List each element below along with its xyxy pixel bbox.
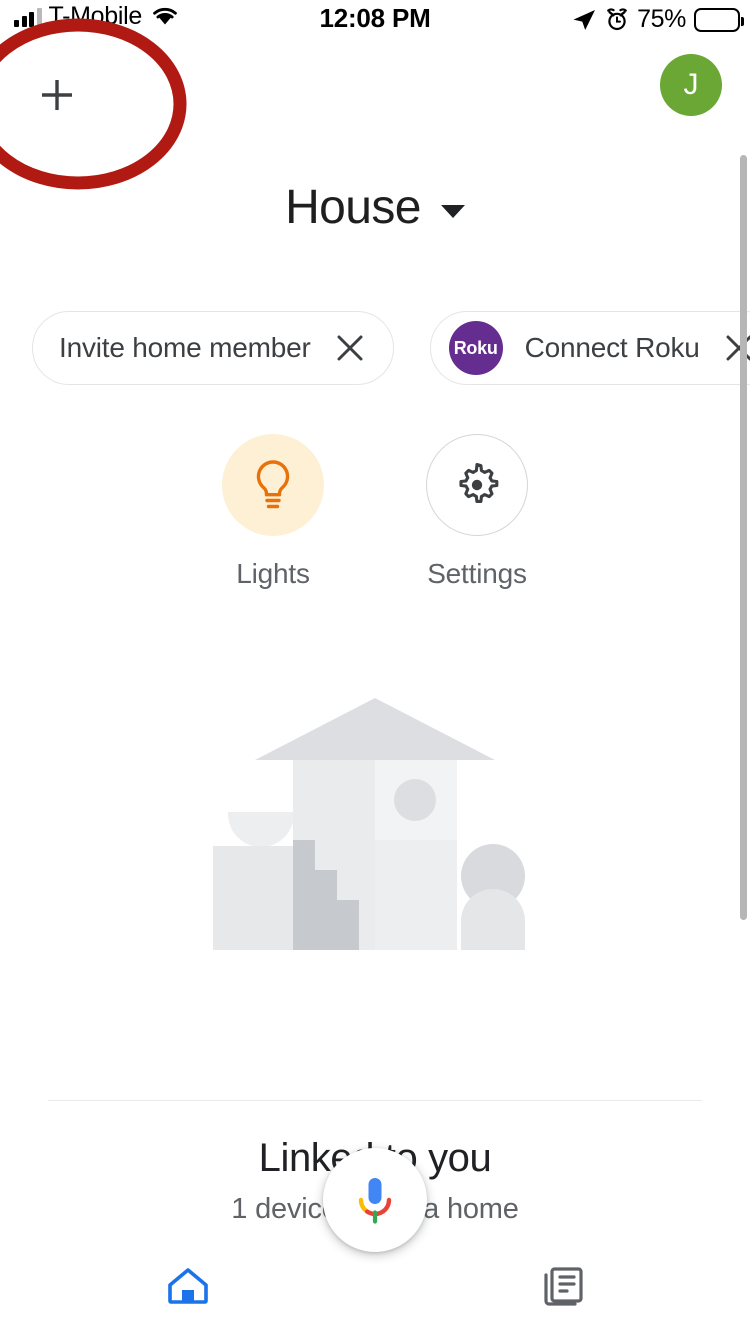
- house-graphic: [210, 688, 540, 950]
- status-bar: T-Mobile 12:08 PM 75%: [0, 0, 750, 40]
- google-assistant-button[interactable]: [323, 1148, 427, 1252]
- alarm-clock-icon: [605, 8, 629, 32]
- quick-action-label: Settings: [389, 558, 565, 590]
- home-selector[interactable]: House: [0, 180, 750, 235]
- account-avatar[interactable]: J: [660, 54, 722, 116]
- app-bar: J: [0, 40, 750, 158]
- battery-icon: [694, 8, 740, 32]
- quick-action-settings[interactable]: Settings: [389, 434, 565, 590]
- google-home-app-screen: T-Mobile 12:08 PM 75%: [0, 0, 750, 1334]
- home-icon: [165, 1263, 211, 1309]
- chip-invite-home-member[interactable]: Invite home member: [32, 311, 394, 385]
- add-button[interactable]: [30, 68, 84, 122]
- feed-icon: [540, 1263, 586, 1309]
- status-bar-right: 75%: [571, 5, 740, 34]
- nav-item-feed[interactable]: [375, 1263, 750, 1309]
- battery-percent-label: 75%: [637, 5, 686, 34]
- suggestion-chips-row[interactable]: Invite home member Roku Connect Roku: [0, 306, 750, 390]
- bottom-navigation-bar: [0, 1238, 750, 1334]
- chevron-down-icon: [441, 205, 465, 218]
- lightbulb-icon: [248, 457, 298, 513]
- avatar-initial: J: [684, 68, 699, 102]
- page-title: House: [285, 180, 421, 235]
- roku-logo-icon: Roku: [449, 321, 503, 375]
- lights-circle: [222, 434, 324, 536]
- settings-circle: [426, 434, 528, 536]
- google-assistant-mic-icon: [353, 1174, 397, 1226]
- roku-logo-text: Roku: [454, 338, 498, 359]
- nav-item-home[interactable]: [0, 1263, 375, 1309]
- gear-icon: [453, 461, 501, 509]
- quick-actions-row: Lights Settings: [0, 434, 750, 590]
- quick-action-lights[interactable]: Lights: [185, 434, 361, 590]
- chip-connect-roku[interactable]: Roku Connect Roku: [430, 311, 750, 385]
- quick-action-label: Lights: [185, 558, 361, 590]
- close-icon[interactable]: [333, 331, 367, 365]
- empty-home-illustration: [0, 688, 750, 950]
- plus-icon: [37, 75, 77, 115]
- main-content: House Invite home member Roku Connect Ro…: [0, 158, 750, 1258]
- chip-label: Invite home member: [59, 332, 311, 364]
- section-divider: [48, 1100, 702, 1101]
- chip-label: Connect Roku: [525, 332, 700, 364]
- location-arrow-icon: [571, 8, 597, 32]
- vertical-scrollbar[interactable]: [740, 155, 747, 920]
